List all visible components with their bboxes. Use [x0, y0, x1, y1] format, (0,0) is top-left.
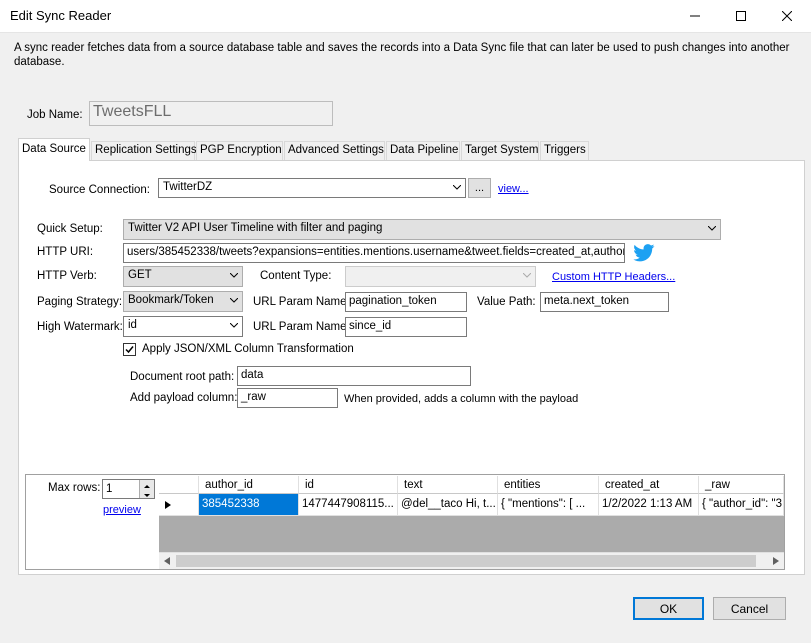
- column-header-author-id[interactable]: author_id: [199, 476, 299, 494]
- json-transform-checkbox[interactable]: [123, 343, 136, 356]
- chevron-down-icon: [230, 323, 238, 328]
- preview-link[interactable]: preview: [103, 504, 141, 516]
- json-transform-label: Apply JSON/XML Column Transformation: [142, 343, 354, 355]
- tab-replication-settings[interactable]: Replication Settings: [91, 141, 197, 160]
- column-header-created-at[interactable]: created_at: [599, 476, 699, 494]
- tab-data-source[interactable]: Data Source: [18, 138, 90, 161]
- twitter-icon: [633, 244, 655, 262]
- ok-button[interactable]: OK: [633, 597, 704, 620]
- payload-column-label: Add payload column:: [130, 392, 238, 404]
- tab-advanced-settings[interactable]: Advanced Settings: [284, 141, 385, 160]
- tab-data-pipeline[interactable]: Data Pipeline: [386, 141, 460, 160]
- job-name-label: Job Name:: [27, 109, 83, 121]
- content-type-label: Content Type:: [260, 270, 332, 282]
- high-watermark-value: id: [128, 319, 137, 331]
- scrollbar-thumb[interactable]: [176, 555, 756, 567]
- job-name-field[interactable]: TweetsFLL: [89, 101, 333, 126]
- paging-param-label: URL Param Name:: [253, 296, 350, 308]
- max-rows-label: Max rows:: [48, 482, 101, 494]
- tab-target-system[interactable]: Target System: [461, 141, 539, 160]
- close-icon: [782, 11, 792, 21]
- max-rows-stepper[interactable]: 1: [102, 479, 155, 499]
- doc-root-input[interactable]: data: [237, 366, 471, 386]
- source-connection-label: Source Connection:: [49, 184, 151, 196]
- view-connection-link[interactable]: view...: [498, 183, 529, 195]
- source-connection-value: TwitterDZ: [163, 181, 213, 193]
- value-path-input[interactable]: meta.next_token: [540, 292, 669, 312]
- payload-hint: When provided, adds a column with the pa…: [344, 393, 579, 405]
- row-pointer-icon: [165, 501, 171, 509]
- quick-setup-value: Twitter V2 API User Timeline with filter…: [128, 222, 383, 234]
- table-cell[interactable]: @del__taco Hi, t...: [398, 494, 498, 516]
- paging-param-input[interactable]: pagination_token: [345, 292, 467, 312]
- high-watermark-select[interactable]: id: [123, 316, 243, 337]
- paging-strategy-label: Paging Strategy:: [37, 296, 123, 308]
- table-cell[interactable]: 385452338: [199, 494, 299, 516]
- payload-column-input[interactable]: _raw: [237, 388, 338, 408]
- window-title: Edit Sync Reader: [10, 8, 112, 23]
- scroll-right-icon[interactable]: [773, 557, 779, 565]
- http-verb-label: HTTP Verb:: [37, 270, 97, 282]
- watermark-param-label: URL Param Name:: [253, 321, 350, 333]
- source-connection-select[interactable]: TwitterDZ: [158, 178, 466, 198]
- maximize-button[interactable]: [718, 0, 764, 32]
- quick-setup-select[interactable]: Twitter V2 API User Timeline with filter…: [123, 219, 721, 240]
- column-header-raw[interactable]: _raw: [699, 476, 784, 494]
- chevron-down-icon: [230, 298, 238, 303]
- http-verb-value: GET: [128, 269, 152, 281]
- horizontal-scrollbar[interactable]: [159, 552, 784, 569]
- watermark-param-input[interactable]: since_id: [345, 317, 467, 337]
- high-watermark-label: High Watermark:: [37, 321, 123, 333]
- tab-pgp-encryption[interactable]: PGP Encryption: [196, 141, 283, 160]
- table-cell[interactable]: 1477447908115...: [299, 494, 398, 516]
- doc-root-label: Document root path:: [130, 371, 235, 383]
- table-cell[interactable]: 1/2/2022 1:13 AM: [599, 494, 699, 516]
- caret-down-icon: [144, 494, 150, 497]
- chevron-down-icon: [523, 273, 531, 278]
- chevron-down-icon: [230, 273, 238, 278]
- minimize-icon: [690, 15, 700, 17]
- paging-strategy-select[interactable]: Bookmark/Token: [123, 291, 243, 312]
- http-verb-select[interactable]: GET: [123, 266, 243, 287]
- browse-connection-button[interactable]: ...: [468, 178, 491, 198]
- maximize-icon: [736, 11, 746, 21]
- tab-triggers[interactable]: Triggers: [540, 141, 589, 160]
- value-path-label: Value Path:: [477, 296, 536, 308]
- close-button[interactable]: [764, 0, 810, 32]
- content-type-select[interactable]: [345, 266, 536, 287]
- custom-headers-link[interactable]: Custom HTTP Headers...: [552, 271, 675, 283]
- column-header-id[interactable]: id: [299, 476, 398, 494]
- minimize-button[interactable]: [672, 0, 718, 32]
- dialog-description: A sync reader fetches data from a source…: [14, 42, 790, 68]
- column-header-entities[interactable]: entities: [498, 476, 599, 494]
- stepper-down-button[interactable]: [139, 489, 154, 498]
- row-header[interactable]: [159, 494, 199, 516]
- chevron-down-icon: [708, 226, 716, 231]
- http-uri-input[interactable]: users/385452338/tweets?expansions=entiti…: [123, 243, 625, 263]
- grid-corner: [159, 476, 199, 494]
- table-cell[interactable]: { "author_id": "3: [699, 494, 784, 516]
- paging-strategy-value: Bookmark/Token: [128, 294, 214, 306]
- scroll-left-icon[interactable]: [164, 557, 170, 565]
- max-rows-value: 1: [106, 483, 113, 495]
- checkmark-icon: [125, 346, 134, 354]
- cancel-button[interactable]: Cancel: [713, 597, 786, 620]
- quick-setup-label: Quick Setup:: [37, 223, 103, 235]
- column-header-text[interactable]: text: [398, 476, 498, 494]
- table-cell[interactable]: { "mentions": [ ...: [498, 494, 599, 516]
- chevron-down-icon: [453, 185, 461, 190]
- http-uri-label: HTTP URI:: [37, 246, 94, 258]
